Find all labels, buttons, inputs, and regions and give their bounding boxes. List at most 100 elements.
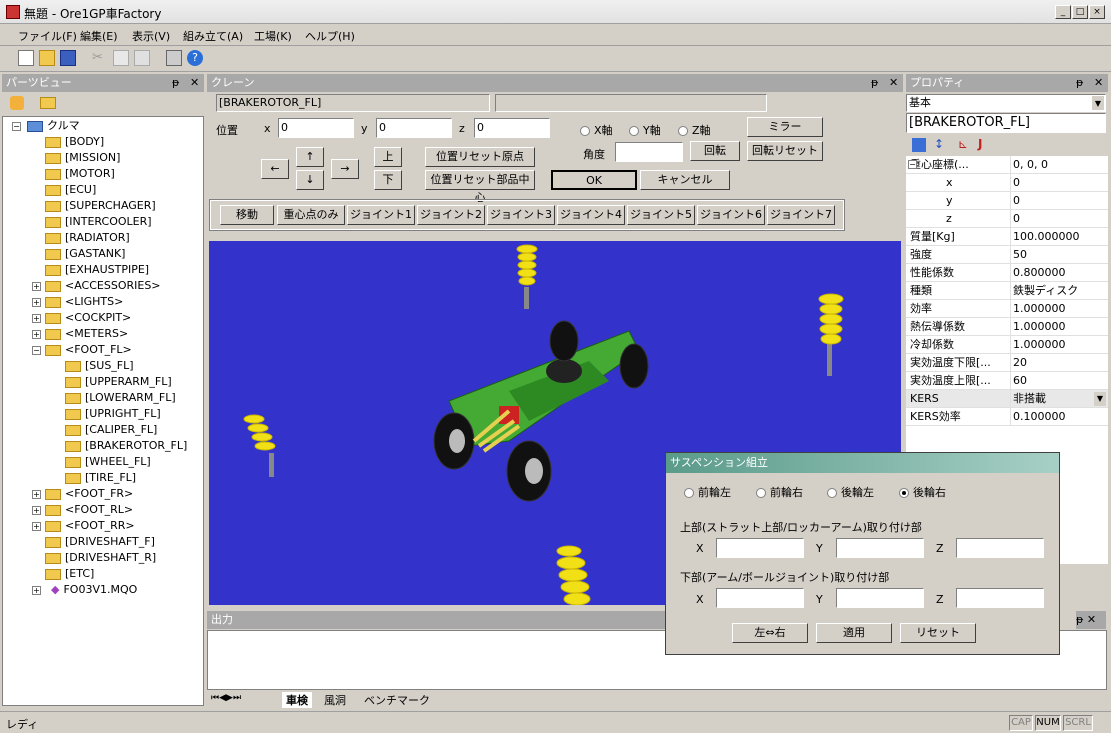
axis-z-radio[interactable]: Z軸 — [678, 122, 711, 138]
expand-toggle[interactable]: + — [32, 490, 41, 499]
tree-item[interactable]: [TIRE_FL] — [65, 470, 136, 486]
expand-toggle[interactable]: + — [32, 282, 41, 291]
tree-item[interactable]: [RADIATOR] — [45, 230, 130, 246]
property-row[interactable]: KERS 非搭載 ▼ — [906, 390, 1108, 408]
parts-folder-icon[interactable] — [40, 97, 56, 109]
menu-help[interactable]: ヘルプ(H) — [305, 28, 355, 44]
close-icon[interactable]: ✕ — [1094, 74, 1103, 92]
expand-toggle[interactable]: + — [32, 506, 41, 515]
tree-item[interactable]: [SUPERCHAGER] — [45, 198, 156, 214]
pin-icon[interactable]: ᵽ — [172, 74, 179, 92]
reset-button[interactable]: リセット — [900, 623, 976, 643]
tree-item[interactable]: [SUS_FL] — [65, 358, 134, 374]
property-row[interactable]: 実効温度下限[... 20 — [906, 354, 1108, 372]
mode-joint1-button[interactable]: ジョイント1 — [347, 205, 415, 225]
property-row[interactable]: z0 — [906, 210, 1108, 228]
radio-rear-right[interactable]: 後輪右 — [899, 484, 946, 500]
tree-item[interactable]: [MISSION] — [45, 150, 120, 166]
help-icon[interactable]: ? — [187, 50, 203, 66]
chevron-down-icon[interactable]: ▼ — [1094, 392, 1106, 406]
raise-button[interactable]: 上 — [374, 147, 402, 167]
tree-item[interactable]: [LOWERARM_FL] — [65, 390, 176, 406]
upper-y-input[interactable] — [836, 538, 924, 558]
properties-icon[interactable]: ⊾ — [958, 137, 968, 151]
close-icon[interactable]: ✕ — [889, 74, 898, 92]
tree-item[interactable]: [INTERCOOLER] — [45, 214, 152, 230]
tree-item[interactable]: [BODY] — [45, 134, 104, 150]
minimize-button[interactable]: _ — [1055, 5, 1071, 19]
move-right-button[interactable]: → — [331, 159, 359, 179]
upper-z-input[interactable] — [956, 538, 1044, 558]
tree-item[interactable]: [BRAKEROTOR_FL] — [65, 438, 187, 454]
radio-rear-left[interactable]: 後輪左 — [827, 484, 874, 500]
tree-item[interactable]: [MOTOR] — [45, 166, 115, 182]
mode-joint7-button[interactable]: ジョイント7 — [767, 205, 835, 225]
move-down-button[interactable]: ↓ — [296, 170, 324, 190]
mirror-button[interactable]: ミラー — [747, 117, 823, 137]
rotate-reset-button[interactable]: 回転リセット — [747, 141, 823, 161]
tree-item[interactable]: [EXHAUSTPIPE] — [45, 262, 149, 278]
category-select[interactable]: 基本 ▼ — [906, 94, 1106, 112]
axis-x-radio[interactable]: X軸 — [580, 122, 613, 138]
tab-nav-arrows[interactable]: ⏮◀▶⏭ — [211, 693, 241, 703]
close-button[interactable]: × — [1089, 5, 1105, 19]
tab-benchmark[interactable]: ベンチマーク — [360, 692, 434, 708]
tree-item[interactable]: ◆ FO03V1.MQO — [51, 582, 137, 598]
events-icon[interactable]: J — [978, 137, 982, 151]
menu-assemble[interactable]: 組み立て(A) — [183, 28, 243, 44]
expand-toggle[interactable]: + — [32, 330, 41, 339]
radio-front-right[interactable]: 前輪右 — [756, 484, 803, 500]
lower-y-input[interactable] — [836, 588, 924, 608]
expand-toggle[interactable]: + — [32, 522, 41, 531]
y-input[interactable]: 0 — [376, 118, 452, 138]
reset-center-button[interactable]: 位置リセット部品中心 — [425, 170, 535, 204]
pin-icon[interactable]: ᵽ — [1076, 74, 1083, 92]
close-icon[interactable]: ✕ — [190, 74, 199, 92]
tree-item[interactable]: [UPRIGHT_FL] — [65, 406, 161, 422]
tree-item[interactable]: <METERS> — [45, 326, 128, 342]
tree-item[interactable]: [DRIVESHAFT_R] — [45, 550, 156, 566]
property-row[interactable]: KERS効率 0.100000 — [906, 408, 1108, 426]
tree-item[interactable]: <FOOT_RR> — [45, 518, 135, 534]
tree-item[interactable]: <FOOT_RL> — [45, 502, 133, 518]
close-icon[interactable]: ✕ — [1087, 613, 1096, 626]
copy-icon[interactable] — [113, 50, 129, 66]
axis-y-radio[interactable]: Y軸 — [629, 122, 661, 138]
reset-origin-button[interactable]: 位置リセット原点 — [425, 147, 535, 167]
mode-joint4-button[interactable]: ジョイント4 — [557, 205, 625, 225]
collapse-toggle[interactable]: − — [32, 346, 41, 355]
apply-button[interactable]: 適用 — [816, 623, 892, 643]
tree-item[interactable]: [GASTANK] — [45, 246, 125, 262]
z-input[interactable]: 0 — [474, 118, 550, 138]
tree-item[interactable]: <LIGHTS> — [45, 294, 123, 310]
cut-icon[interactable]: ✂ — [92, 50, 108, 66]
expand-toggle[interactable]: + — [32, 314, 41, 323]
menu-view[interactable]: 表示(V) — [132, 28, 170, 44]
collapse-toggle[interactable]: − — [12, 122, 21, 131]
tab-inspection[interactable]: 車検 — [282, 692, 312, 708]
property-row[interactable]: 効率 1.000000 — [906, 300, 1108, 318]
property-row[interactable]: 重心座標(... 0, 0, 0 — [906, 156, 1108, 174]
property-row[interactable]: 強度 50 — [906, 246, 1108, 264]
mode-center-button[interactable]: 重心点のみ — [277, 205, 345, 225]
lower-button[interactable]: 下 — [374, 170, 402, 190]
property-row[interactable]: 性能係数 0.800000 — [906, 264, 1108, 282]
tree-item[interactable]: [CALIPER_FL] — [65, 422, 157, 438]
property-row[interactable]: x0 — [906, 174, 1108, 192]
property-row[interactable]: 種類 鉄製ディスク — [906, 282, 1108, 300]
tab-wind-tunnel[interactable]: 風洞 — [320, 692, 350, 708]
print-icon[interactable] — [166, 50, 182, 66]
mode-joint5-button[interactable]: ジョイント5 — [627, 205, 695, 225]
paste-icon[interactable] — [134, 50, 150, 66]
categorized-icon[interactable] — [912, 138, 926, 152]
rotate-button[interactable]: 回転 — [690, 141, 740, 161]
move-left-button[interactable]: ← — [261, 159, 289, 179]
mode-joint6-button[interactable]: ジョイント6 — [697, 205, 765, 225]
tree-item[interactable]: <FOOT_FL> — [45, 342, 132, 358]
tree-item[interactable]: <FOOT_FR> — [45, 486, 133, 502]
tree-item[interactable]: [WHEEL_FL] — [65, 454, 151, 470]
tree-item[interactable]: [ECU] — [45, 182, 96, 198]
menu-edit[interactable]: 編集(E) — [80, 28, 118, 44]
tree-item[interactable]: <ACCESSORIES> — [45, 278, 161, 294]
tree-item[interactable]: <COCKPIT> — [45, 310, 131, 326]
